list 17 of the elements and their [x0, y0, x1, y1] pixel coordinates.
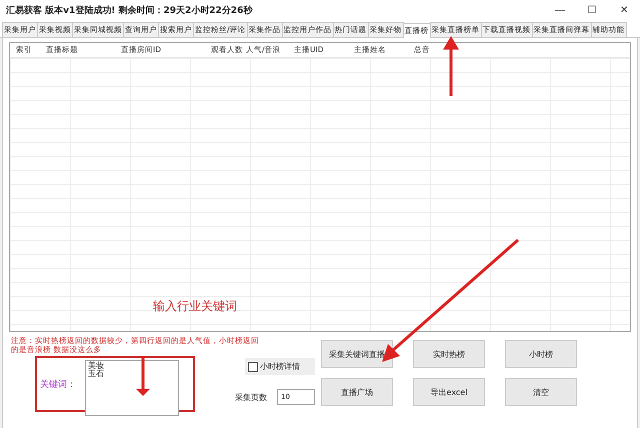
window-title: 汇易获客 版本v1登陆成功! 剩余时间：29天2小时22分26秒 [6, 4, 252, 16]
action-button[interactable]: 直播广场 [321, 378, 393, 406]
keyword-label: 关键词： [40, 378, 76, 390]
window-control-button[interactable]: — [544, 0, 576, 20]
action-button[interactable]: 清空 [505, 378, 577, 406]
annotation-arrow [440, 36, 462, 96]
action-button[interactable]: 实时热榜 [413, 340, 485, 368]
keyword-input-field[interactable]: 美妆 玉石 [85, 360, 179, 416]
pages-label: 采集页数 [235, 392, 267, 402]
hour-detail-checkbox[interactable]: 小时榜详情 [245, 358, 315, 375]
window-control-button[interactable]: ✕ [608, 0, 640, 20]
window-control-button[interactable]: ☐ [576, 0, 608, 20]
action-button[interactable]: 小时榜 [505, 340, 577, 368]
annotation-text: 输入行业关键词 [153, 298, 237, 315]
action-button[interactable]: 采集关键词直播 [321, 340, 393, 368]
annotation-arrow [135, 356, 151, 396]
action-button[interactable]: 导出excel [413, 378, 485, 406]
